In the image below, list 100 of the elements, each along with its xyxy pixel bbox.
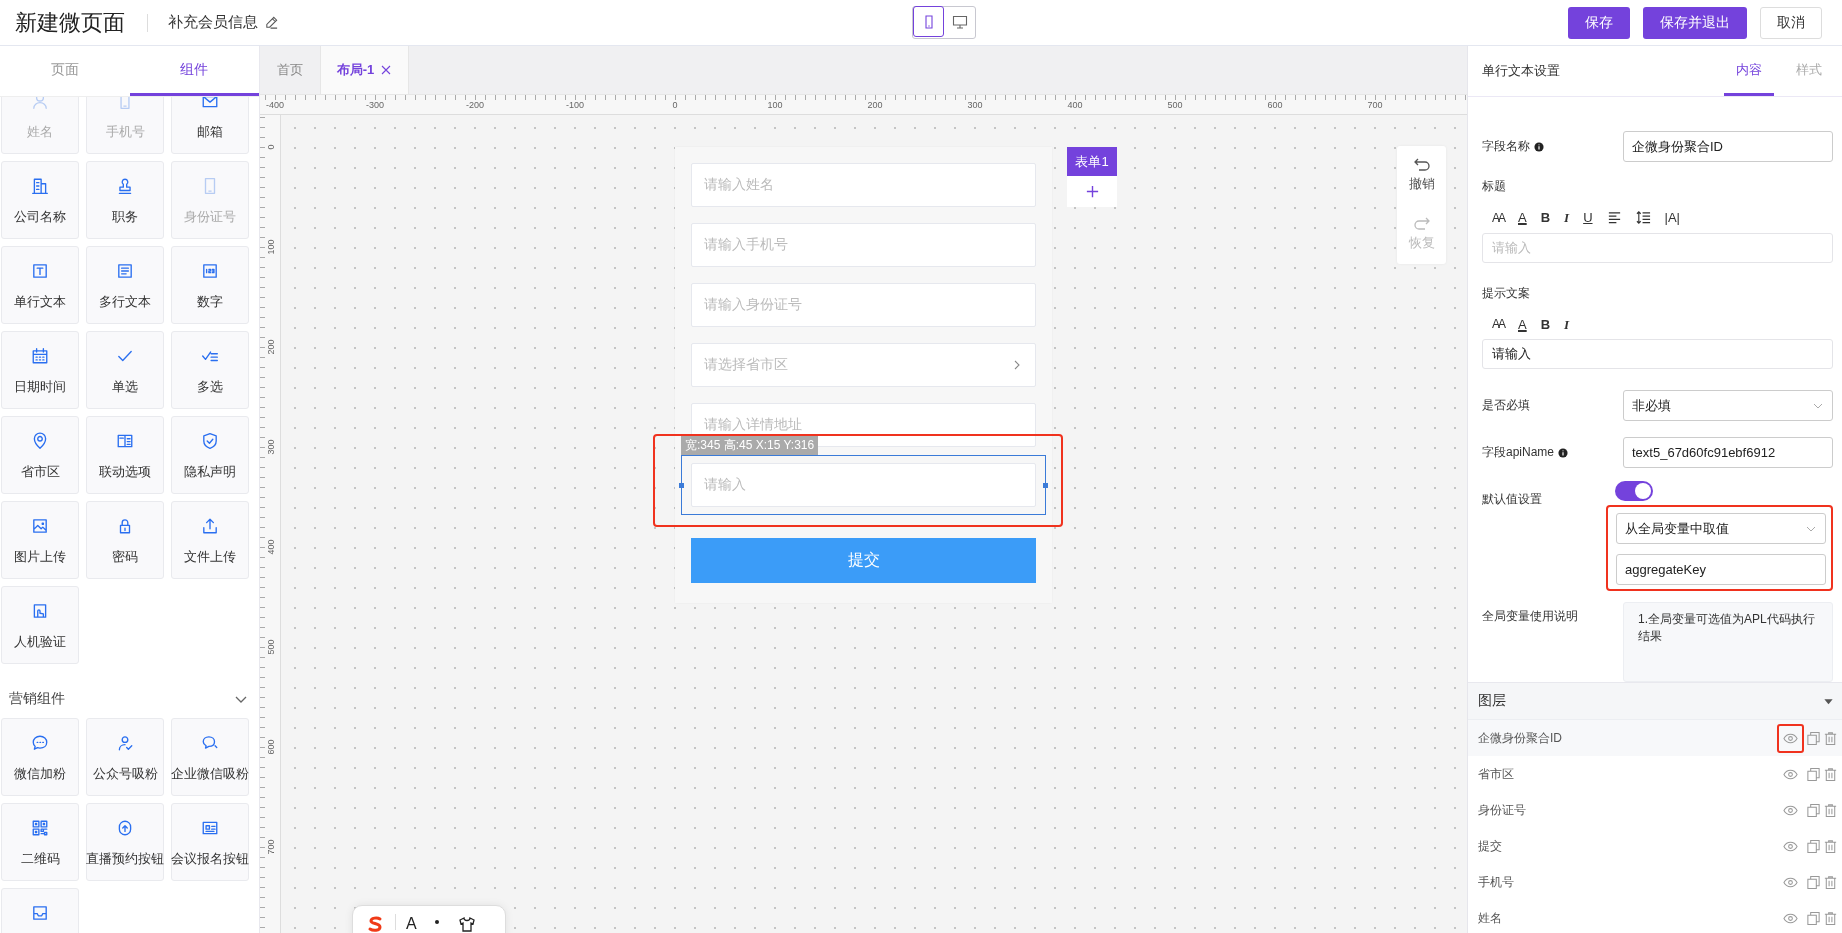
- field-label: 标题: [1482, 178, 1507, 195]
- format-tool[interactable]: AA: [1492, 318, 1504, 331]
- component-tile[interactable]: 数字: [171, 246, 249, 324]
- input-field[interactable]: 企微身份聚合ID: [1623, 131, 1833, 162]
- format-tool[interactable]: U: [1583, 211, 1593, 225]
- input-field[interactable]: text5_67d60fc91ebf6912: [1623, 437, 1833, 468]
- save-button[interactable]: 保存并退出: [1643, 6, 1747, 39]
- format-tool[interactable]: B: [1540, 211, 1551, 225]
- component-tile[interactable]: 单选: [86, 331, 164, 409]
- field-label: 默认值设置: [1482, 491, 1542, 508]
- layer-item[interactable]: 提交: [1468, 828, 1842, 864]
- save-button[interactable]: 保存: [1568, 6, 1630, 39]
- close-icon[interactable]: [380, 64, 393, 76]
- component-tile[interactable]: 二维码: [1, 803, 79, 881]
- mobile-view-button[interactable]: [913, 6, 944, 37]
- resize-handle[interactable]: [679, 483, 684, 488]
- selection-outline[interactable]: [681, 455, 1046, 515]
- component-tile[interactable]: 日期时间: [1, 331, 79, 409]
- format-tool[interactable]: AA: [1492, 211, 1504, 224]
- ruler-label: -200: [466, 100, 484, 110]
- layer-item[interactable]: 手机号: [1468, 864, 1842, 900]
- add-button[interactable]: [1067, 176, 1117, 207]
- format-tool[interactable]: B: [1540, 317, 1551, 331]
- format-tool[interactable]: A: [1518, 317, 1527, 331]
- component-tile[interactable]: 联动选项: [86, 416, 164, 494]
- page-tab[interactable]: 布局-1: [320, 46, 409, 94]
- form-tag[interactable]: 表单1: [1067, 147, 1117, 176]
- info-icon[interactable]: [1534, 141, 1544, 152]
- align-left-icon[interactable]: [1606, 210, 1622, 226]
- component-tile[interactable]: 多选: [171, 331, 249, 409]
- pencil-icon[interactable]: [264, 15, 279, 30]
- component-tile[interactable]: 直播预约按钮: [86, 803, 164, 881]
- component-tile[interactable]: 单行文本: [1, 246, 79, 324]
- component-tile[interactable]: 隐私声明: [171, 416, 249, 494]
- toggle-switch[interactable]: [1615, 481, 1653, 501]
- format-tool[interactable]: |A|: [1664, 211, 1680, 225]
- split-panel-icon: [116, 432, 134, 450]
- section-title: 营销组件: [9, 690, 65, 708]
- number-icon: [201, 262, 219, 280]
- page-title: 新建微页面: [15, 8, 125, 37]
- undo-icon: [1412, 158, 1431, 172]
- format-tool[interactable]: I: [1564, 317, 1570, 331]
- copy-icon[interactable]: [1806, 730, 1821, 746]
- input-field[interactable]: aggregateKey: [1616, 554, 1826, 585]
- undo-button[interactable]: 撤销: [1408, 158, 1435, 193]
- field-label: 字段名称: [1482, 138, 1530, 155]
- ruler-label: -100: [566, 100, 584, 110]
- select-field[interactable]: 非必填: [1623, 390, 1833, 421]
- upload-icon: [201, 517, 219, 535]
- cancel-button[interactable]: 取消: [1760, 6, 1822, 39]
- layer-item[interactable]: 省市区: [1468, 756, 1842, 792]
- resize-handle[interactable]: [1043, 483, 1048, 488]
- settings-tab[interactable]: 内容: [1724, 46, 1774, 96]
- ruler-label: 500: [266, 639, 276, 655]
- component-tile[interactable]: 会议报名按钮: [171, 803, 249, 881]
- layers-header[interactable]: 图层: [1468, 683, 1842, 720]
- size-label: 宽:345 高:45 X:15 Y:316: [681, 436, 819, 455]
- component-tile[interactable]: 邮箱: [171, 97, 249, 154]
- component-tile[interactable]: 微信加粉: [1, 718, 79, 796]
- copy-icon[interactable]: [1806, 838, 1821, 854]
- copy-icon[interactable]: [1806, 910, 1821, 926]
- select-field[interactable]: 从全局变量中取值: [1616, 513, 1826, 544]
- copy-icon[interactable]: [1806, 802, 1821, 818]
- component-tile[interactable]: 公众号吸粉: [86, 718, 164, 796]
- trash-icon[interactable]: [1823, 874, 1838, 890]
- ruler-label: 0: [266, 144, 276, 150]
- component-tile[interactable]: 密码: [86, 501, 164, 579]
- format-tool[interactable]: A: [1518, 211, 1527, 225]
- trash-icon[interactable]: [1823, 730, 1838, 746]
- line-height-icon[interactable]: [1635, 210, 1651, 226]
- layer-item[interactable]: 企微身份聚合ID: [1468, 720, 1842, 756]
- shirt-icon[interactable]: [456, 914, 477, 933]
- ruler-label: 300: [266, 439, 276, 455]
- trash-icon[interactable]: [1823, 910, 1838, 926]
- note-text: 1.全局变量可选值为APL代码执行结果: [1638, 612, 1815, 643]
- component-tile[interactable]: 企业微信吸粉: [171, 718, 249, 796]
- ruler-label: 200: [867, 100, 883, 110]
- component-tile[interactable]: 公司名称: [1, 161, 79, 239]
- component-tile[interactable]: 图片上传: [1, 501, 79, 579]
- layer-item[interactable]: 身份证号: [1468, 792, 1842, 828]
- ruler-label: 200: [266, 339, 276, 355]
- qr-code-icon: [31, 819, 49, 837]
- component-tile[interactable]: 省市区: [1, 416, 79, 494]
- copy-icon[interactable]: [1806, 766, 1821, 782]
- font-tool[interactable]: A: [406, 914, 417, 933]
- input-field[interactable]: 请输入: [1482, 339, 1833, 369]
- info-icon[interactable]: [1558, 447, 1569, 458]
- format-tool[interactable]: I: [1564, 211, 1570, 225]
- component-tile[interactable]: 人机验证: [1, 586, 79, 664]
- layer-item[interactable]: 姓名: [1468, 900, 1842, 933]
- building-icon: [31, 177, 49, 195]
- copy-icon[interactable]: [1806, 874, 1821, 890]
- stamp-icon: [116, 177, 134, 195]
- trash-icon[interactable]: [1823, 766, 1838, 782]
- monitor-icon: [951, 13, 968, 30]
- component-tile[interactable]: 多行文本: [86, 246, 164, 324]
- component-tile[interactable]: 文件上传: [171, 501, 249, 579]
- trash-icon[interactable]: [1823, 838, 1838, 854]
- component-tile[interactable]: 职务: [86, 161, 164, 239]
- trash-icon[interactable]: [1823, 802, 1838, 818]
